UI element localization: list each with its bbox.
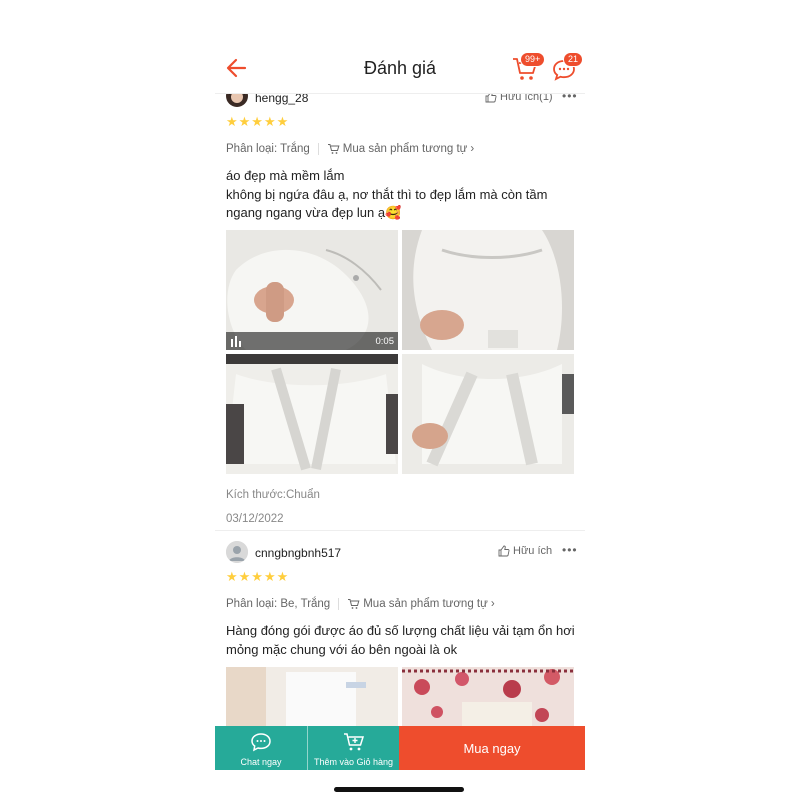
buy-now-button[interactable]: Mua ngay — [399, 726, 585, 770]
helpful-label: Hữu ích — [513, 545, 553, 557]
add-to-cart-button[interactable]: Thêm vào Giỏ hàng — [307, 726, 399, 770]
home-indicator[interactable] — [334, 787, 464, 792]
star-rating: ★★★★★ — [226, 114, 290, 129]
variant-row: Phân loại: Trắng Mua sản phẩm tương tự › — [226, 143, 474, 155]
avatar[interactable] — [226, 541, 248, 563]
chat-bubble-icon — [251, 733, 271, 752]
review-text-line: không bị ngứa đâu ạ, nơ thắt thì to đẹp … — [226, 186, 548, 202]
review-photo[interactable] — [402, 354, 574, 474]
size-label: Kích thước:Chuẩn — [226, 489, 320, 501]
review-card: hengg_28 Hữu ích(1) ••• ★★★★★ Phân loại:… — [226, 84, 577, 525]
chat-now-button[interactable]: Chat ngay — [215, 726, 307, 770]
top-header: Đánh giá 99+ 21 — [215, 40, 585, 94]
add-cart-icon — [344, 733, 365, 751]
chevron-right-icon: › — [470, 143, 475, 155]
buy-similar-link[interactable]: Mua sản phẩm tương tự › — [327, 143, 474, 155]
cart-count-badge: 99+ — [520, 52, 546, 67]
helpful-button[interactable]: Hữu ích — [498, 545, 552, 557]
variant-label: Phân loại: Trắng — [226, 143, 310, 155]
add-to-cart-label: Thêm vào Giỏ hàng — [313, 757, 394, 767]
buy-similar-link[interactable]: Mua sản phẩm tương tự › — [347, 598, 495, 610]
divider — [317, 143, 319, 155]
variant-label: Phân loại: Be, Trắng — [226, 598, 331, 610]
review-text-line: mỏng mặc chung với áo bên ngoài là ok — [226, 641, 458, 657]
review-date: 03/12/2022 — [226, 513, 284, 525]
divider — [215, 530, 585, 531]
buy-similar-label: Mua sản phẩm tương tự — [363, 598, 488, 610]
reviewer-username[interactable]: cnngbngbnh517 — [255, 546, 341, 560]
cart-small-icon — [348, 599, 360, 609]
thumbs-up-icon — [498, 545, 510, 557]
review-text-line: ngang ngang vừa đẹp lun ạ🥰 — [226, 205, 402, 220]
chat-now-label: Chat ngay — [240, 757, 282, 767]
review-text: áo đẹp mà mềm lắm không bị ngứa đâu ạ, n… — [226, 167, 574, 223]
phone-screen: Đánh giá 99+ 21 hengg_28 Hữu ích(1) ••• … — [215, 40, 585, 800]
review-text: Hàng đóng gói được áo đủ số lượng chất l… — [226, 622, 576, 659]
review-video-thumbnail[interactable]: 0:05 — [226, 230, 398, 350]
star-rating: ★★★★★ — [226, 569, 290, 584]
video-bar — [226, 332, 398, 350]
video-duration: 0:05 — [375, 336, 395, 347]
chevron-right-icon: › — [490, 598, 495, 610]
review-photo[interactable] — [226, 354, 398, 474]
bottom-action-bar: Chat ngay Thêm vào Giỏ hàng Mua ngay — [215, 726, 585, 770]
buy-now-label: Mua ngay — [463, 740, 521, 756]
divider — [338, 598, 340, 610]
review-photo[interactable] — [402, 230, 574, 350]
review-card: cnngbngbnh517 Hữu ích ••• ★★★★★ Phân loạ… — [226, 540, 577, 740]
more-options-icon[interactable]: ••• — [562, 543, 578, 557]
chat-count-badge: 21 — [563, 52, 584, 67]
variant-row: Phân loại: Be, Trắng Mua sản phẩm tương … — [226, 598, 495, 610]
review-text-line: áo đẹp mà mềm lắm — [226, 168, 345, 183]
review-text-line: Hàng đóng gói được áo đủ số lượng chất l… — [226, 623, 575, 638]
video-icon — [231, 336, 241, 347]
cart-small-icon — [327, 144, 340, 154]
buy-similar-label: Mua sản phẩm tương tự — [342, 143, 468, 155]
